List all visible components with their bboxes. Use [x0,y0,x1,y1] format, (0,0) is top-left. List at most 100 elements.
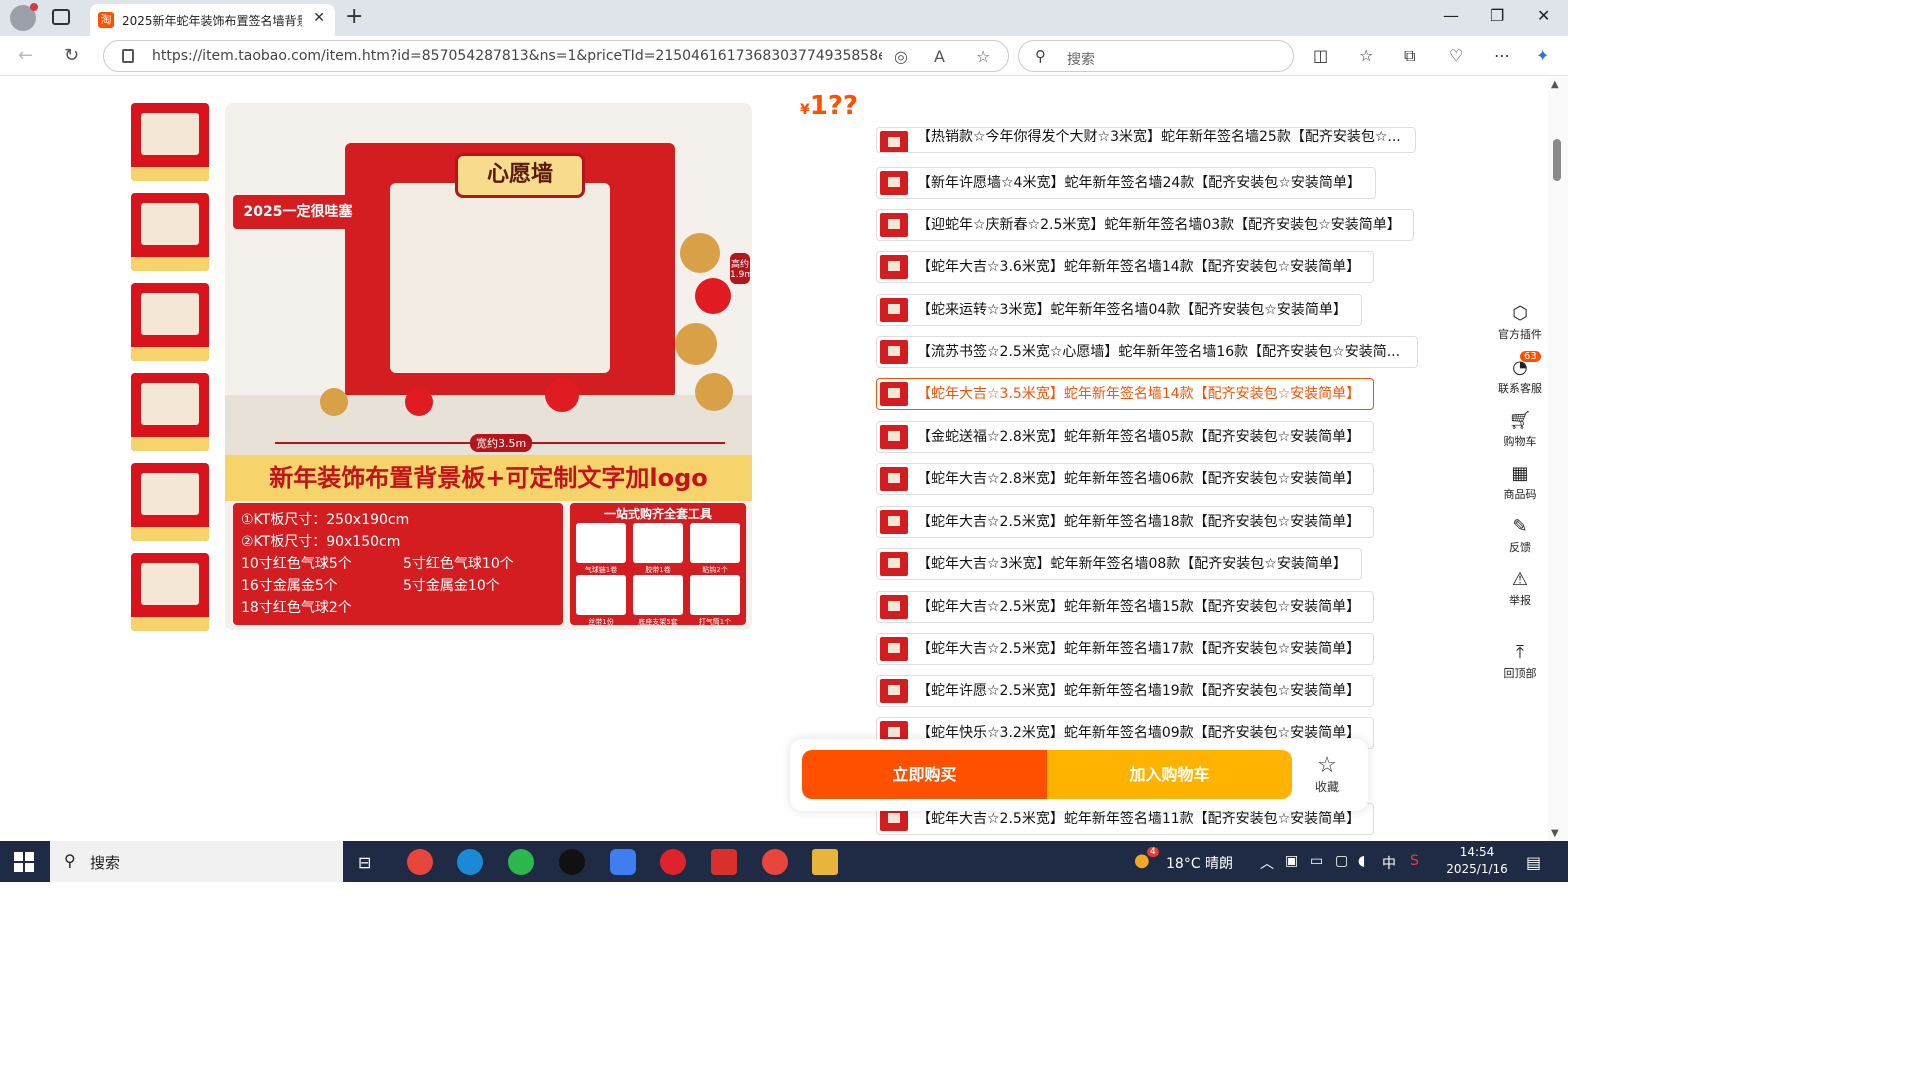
buy-bar: 立即购买 加入购物车 ☆ 收藏 [790,739,1368,811]
variant-option[interactable]: 【新年许愿墙☆4米宽】蛇年新年签名墙24款【配齐安装包☆安装简单】 [876,167,1376,199]
wps-icon[interactable] [711,849,737,875]
image-spec-panel: ①KT板尺寸：250x190cm ②KT板尺寸：90x150cm 10寸红色气球… [233,503,563,625]
balloon [545,378,579,412]
profile-avatar[interactable] [10,3,38,31]
wechat-icon[interactable] [508,849,534,875]
balloon [695,373,733,411]
star-icon: ☆ [1317,753,1337,778]
customer-service-button[interactable]: ◔ 63 联系客服 [1492,351,1548,396]
active-tab[interactable]: 淘 2025新年蛇年装饰布置签名墙背景 ✕ [90,4,335,36]
sogou-icon[interactable]: S [1410,853,1419,869]
thumbnail-3[interactable] [131,283,209,361]
clock-time: 14:54 [1459,845,1495,859]
scroll-thumb[interactable] [1553,139,1561,181]
favorites-icon[interactable]: ☆ [1359,46,1373,65]
variant-option[interactable]: 【蛇来运转☆3米宽】蛇年新年签名墙04款【配齐安装包☆安装简单】 [876,294,1362,326]
main-product-image[interactable]: 心愿墙 2025一定很哇塞 宽约3.5m 高约1.9m 新年装饰布置背景板+可定… [225,103,752,630]
scroll-up-icon[interactable]: ▲ [1551,79,1559,90]
variant-option[interactable]: 【迎蛇年☆庆新春☆2.5米宽】蛇年新年签名墙03款【配齐安装包☆安装简单】 [876,209,1414,241]
maximize-icon[interactable]: ❐ [1490,6,1504,25]
file-explorer-icon[interactable] [812,849,838,875]
refresh-icon[interactable]: ↻ [64,45,79,66]
page-scrollbar[interactable]: ▲ ▼ [1548,77,1568,841]
chrome-icon[interactable] [762,849,788,875]
start-button-icon[interactable] [14,852,34,872]
new-tab-icon[interactable]: + [345,4,363,29]
feedback-button[interactable]: ✎ 反馈 [1492,516,1548,555]
thumbnail-6[interactable] [131,553,209,631]
address-toolbar: ← ↻ https://item.taobao.com/item.htm?id=… [0,36,1568,76]
qrcode-button[interactable]: ▦ 商品码 [1492,463,1548,502]
variant-option-selected[interactable]: 【蛇年大吉☆3.5米宽】蛇年新年签名墙14款【配齐安装包☆安装简单】 [876,378,1374,410]
thumbnail-4[interactable] [131,373,209,451]
edge-icon[interactable] [457,849,483,875]
variant-option[interactable]: 【蛇年大吉☆3米宽】蛇年新年签名墙08款【配齐安装包☆安装简单】 [876,548,1362,580]
variant-option[interactable]: 【金蛇送福☆2.8米宽】蛇年新年签名墙05款【配齐安装包☆安装简单】 [876,421,1374,453]
window-close-icon[interactable]: ✕ [1537,6,1550,25]
ime-indicator[interactable]: 中 [1382,853,1396,873]
balloon [405,388,433,416]
report-button[interactable]: ⚠ 举报 [1492,569,1548,608]
variant-option[interactable]: 【流苏书签☆2.5米宽☆心愿墙】蛇年新年签名墙16款【配齐安装包☆安装简... [876,336,1418,368]
netease-music-icon[interactable] [660,849,686,875]
browser-search-placeholder: 搜索 [1067,52,1095,68]
back-icon[interactable]: ← [18,45,33,66]
battery-icon[interactable]: ▭ [1310,853,1323,869]
collections-icon[interactable]: ⧉ [1404,46,1415,66]
back-to-top-button[interactable]: ⤒ 回顶部 [1492,642,1548,681]
task-view-icon[interactable]: ⊟ [358,853,371,872]
variant-option[interactable]: 【热销款☆今年你得发个大财☆3米宽】蛇年新年签名墙25款【配齐安装包☆... [876,127,1416,153]
variant-option[interactable]: 【蛇年大吉☆2.5米宽】蛇年新年签名墙15款【配齐安装包☆安装简单】 [876,591,1374,623]
balloon [680,233,720,273]
thumbnail-1[interactable] [131,103,209,181]
split-screen-icon[interactable]: ◫ [1313,46,1328,65]
taskbar-search[interactable]: ⚲ 搜索 [50,841,343,882]
extensions-icon[interactable]: ♡ [1449,46,1463,65]
display-icon[interactable]: ▢ [1335,853,1348,869]
copilot-icon[interactable]: ✦ [1536,46,1549,65]
tracking-prevention-icon[interactable]: ◎ [894,47,908,66]
minimize-icon[interactable]: — [1443,6,1459,25]
read-aloud-icon[interactable]: A [934,47,945,66]
edit-icon: ✎ [1512,516,1528,537]
app-icon[interactable] [610,849,636,875]
url-field[interactable]: https://item.taobao.com/item.htm?id=8570… [103,40,1009,72]
image-tools-panel: 一站式购齐全套工具 气球链1卷 胶带1卷 粘钩2个 丝带1份 底座支架5套 打气… [570,503,746,626]
windows-taskbar: ⚲ 搜索 ⊟ ● 4 18°C 晴朗 ︿ ▣ ▭ ▢ ◖ 中 S 14:54 2… [0,841,1568,882]
thumbnail-5[interactable] [131,463,209,541]
cart-button[interactable]: 🛒︎ 购物车 [1492,410,1548,449]
plugin-button[interactable]: ⬡ 官方插件 [1492,303,1548,342]
thumbnail-2[interactable] [131,193,209,271]
search-icon: ⚲ [64,851,76,870]
plugin-icon: ⬡ [1512,303,1528,324]
tool-cell: 粘钩2个 [690,523,740,574]
balloon [320,388,348,416]
more-menu-icon[interactable]: ⋯ [1494,46,1510,65]
qq-icon[interactable] [559,849,585,875]
buy-now-button[interactable]: 立即购买 [802,750,1047,799]
network-icon[interactable]: ▣ [1285,853,1298,869]
chevron-up-icon[interactable]: ︿ [1260,853,1274,873]
variant-option[interactable]: 【蛇年大吉☆2.8米宽】蛇年新年签名墙06款【配齐安装包☆安装简单】 [876,463,1374,495]
browser-search-field[interactable]: ⚲ 搜索 [1018,40,1294,72]
tab-actions-icon[interactable] [52,9,70,25]
variant-option[interactable]: 【蛇年许愿☆2.5米宽】蛇年新年签名墙19款【配齐安装包☆安装简单】 [876,675,1374,707]
notification-icon[interactable]: ▤ [1526,853,1541,872]
warning-icon: ⚠ [1511,569,1529,590]
variant-option[interactable]: 【蛇年大吉☆2.5米宽】蛇年新年签名墙17款【配齐安装包☆安装简单】 [876,633,1374,665]
variant-option[interactable]: 【蛇年大吉☆3.6米宽】蛇年新年签名墙14款【配齐安装包☆安装简单】 [876,251,1374,283]
weather-text[interactable]: 18°C 晴朗 [1166,853,1233,873]
tool-cell: 打气筒1个 [690,575,740,626]
favorite-star-icon[interactable]: ☆ [976,47,990,66]
variant-option[interactable]: 【蛇年大吉☆2.5米宽】蛇年新年签名墙18款【配齐安装包☆安装简单】 [876,506,1374,538]
tab-close-icon[interactable]: ✕ [313,10,325,26]
weather-badge: 4 [1147,847,1159,857]
volume-icon[interactable]: ◖ [1358,853,1365,869]
chrome-icon[interactable] [407,849,433,875]
add-to-cart-button[interactable]: 加入购物车 [1047,750,1292,799]
favorite-button[interactable]: ☆ 收藏 [1302,753,1352,795]
price-symbol: ¥ [800,102,810,118]
qrcode-icon: ▦ [1511,463,1529,484]
scroll-down-icon[interactable]: ▼ [1551,828,1559,839]
clock[interactable]: 14:54 2025/1/16 [1440,844,1514,878]
